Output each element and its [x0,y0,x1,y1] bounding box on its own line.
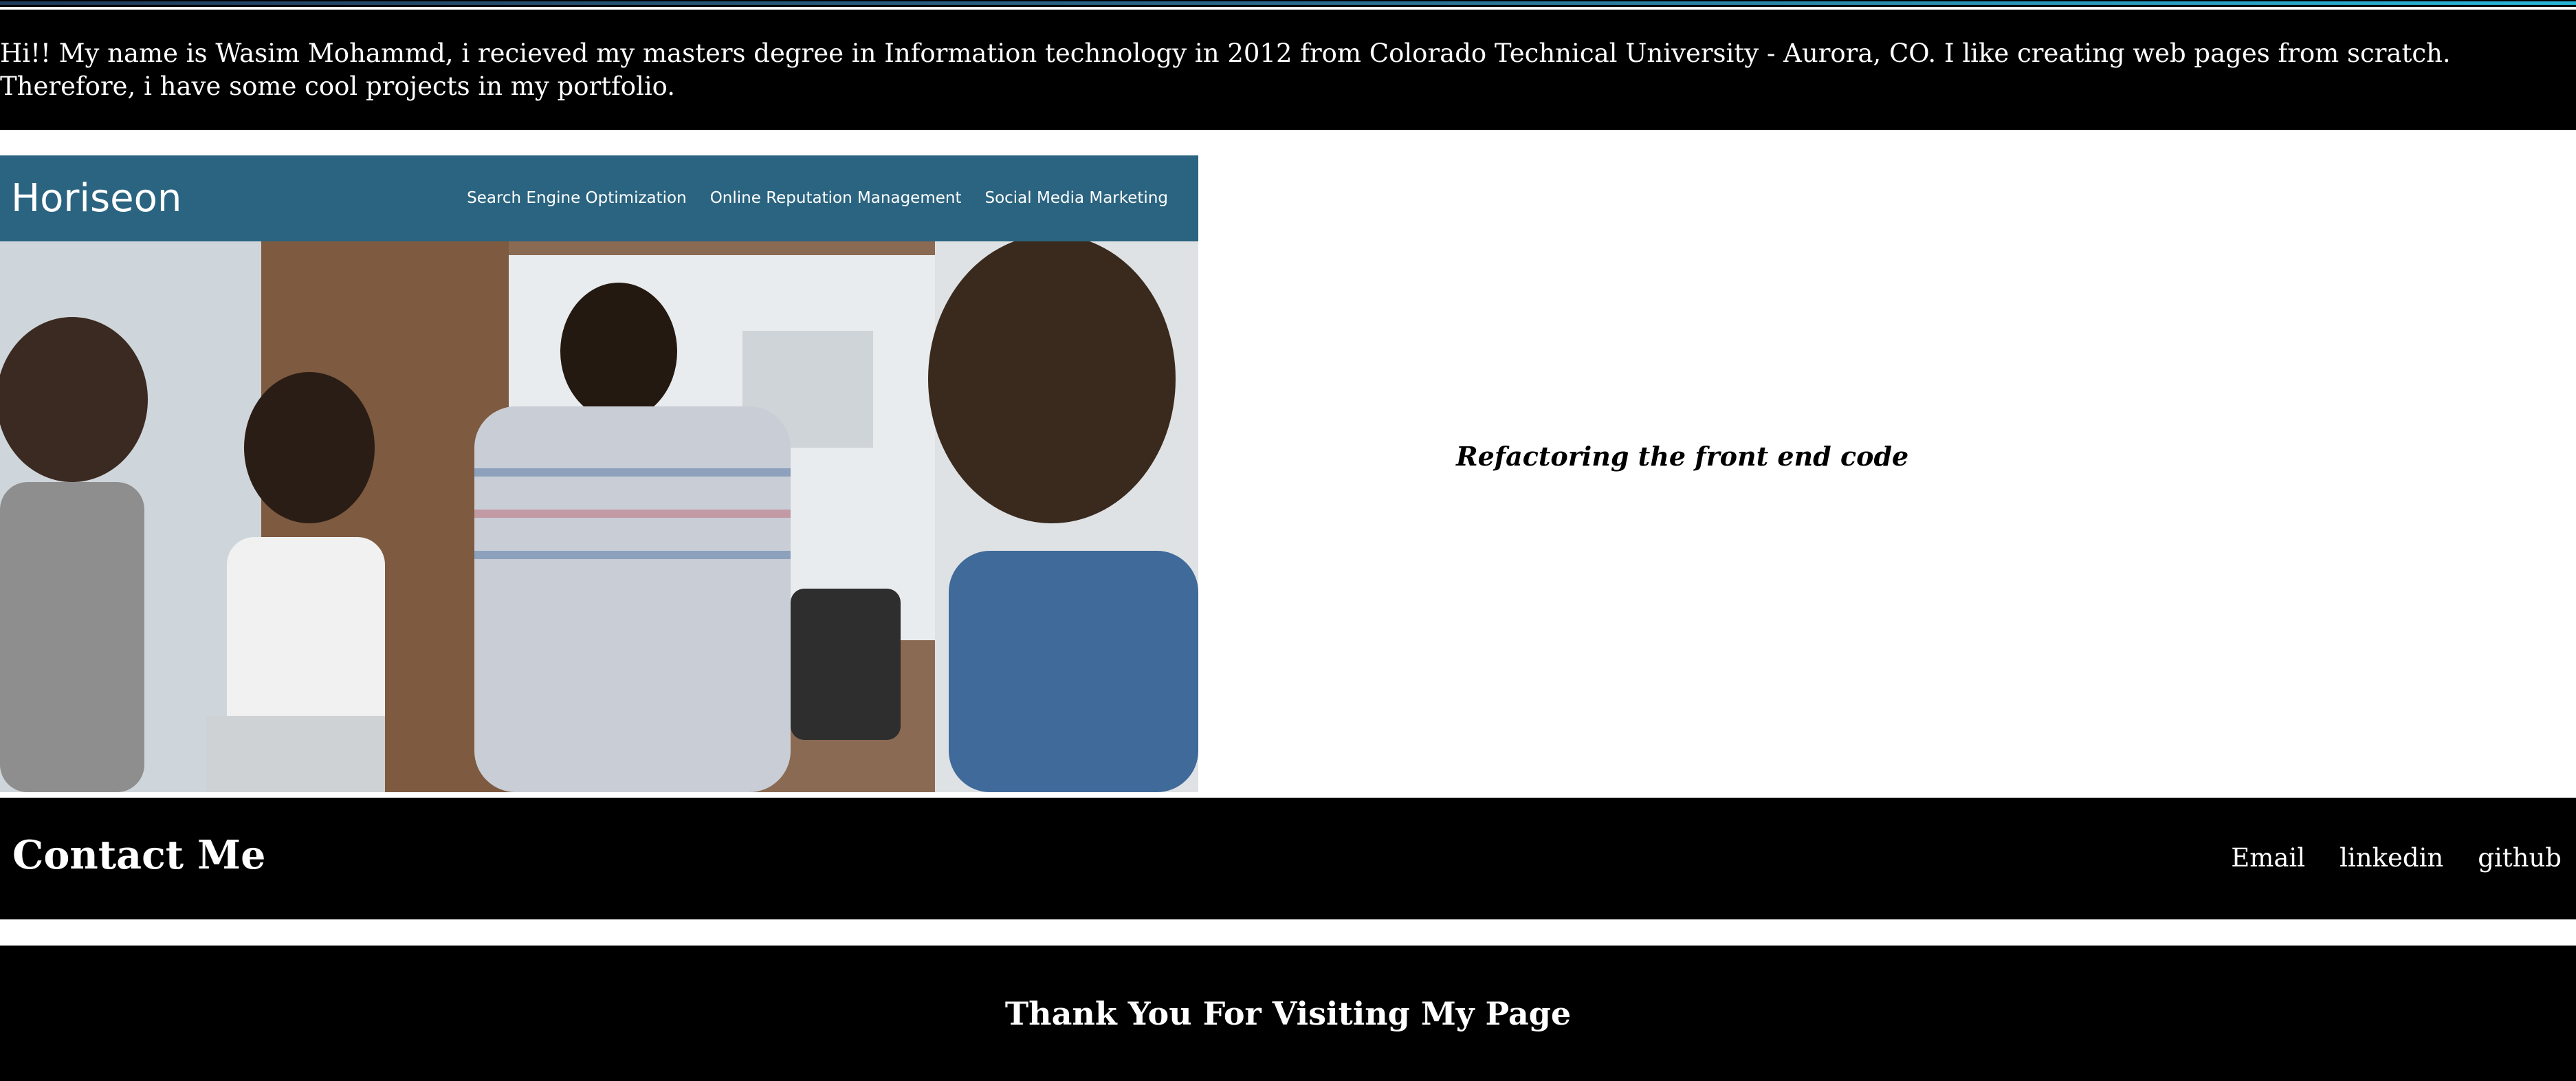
github-link[interactable]: github [2478,843,2562,873]
horiseon-header: Horiseon Search Engine Optimization Onli… [0,155,1198,241]
hero-photo-illustration [0,241,1198,792]
email-link[interactable]: Email [2231,843,2305,873]
project-screenshot[interactable]: Horiseon Search Engine Optimization Onli… [0,155,1198,792]
horiseon-logo: Horiseon [11,176,182,221]
top-accent-bar [0,0,2576,7]
horiseon-nav-orm: Online Reputation Management [709,189,962,207]
footer: Thank You For Visiting My Page [0,946,2576,1081]
about-text: Hi!! My name is Wasim Mohammd, i recieve… [0,39,2451,101]
project-caption: Refactoring the front end code [1456,441,1909,472]
hero-photo [0,241,1198,792]
contact-title: Contact Me [12,832,266,878]
contact-links: Email linkedin github [2231,843,2562,873]
linkedin-link[interactable]: linkedin [2340,843,2443,873]
about-section: Hi!! My name is Wasim Mohammd, i recieve… [0,10,2576,130]
horiseon-nav-seo: Search Engine Optimization [467,189,687,207]
project-section: Horiseon Search Engine Optimization Onli… [0,155,2576,792]
horiseon-nav: Search Engine Optimization Online Reputa… [467,189,1168,207]
horiseon-nav-smm: Social Media Marketing [984,189,1168,207]
footer-text: Thank You For Visiting My Page [1004,995,1572,1032]
contact-section: Contact Me Email linkedin github [0,798,2576,919]
top-accent-gradient [0,1,2576,5]
